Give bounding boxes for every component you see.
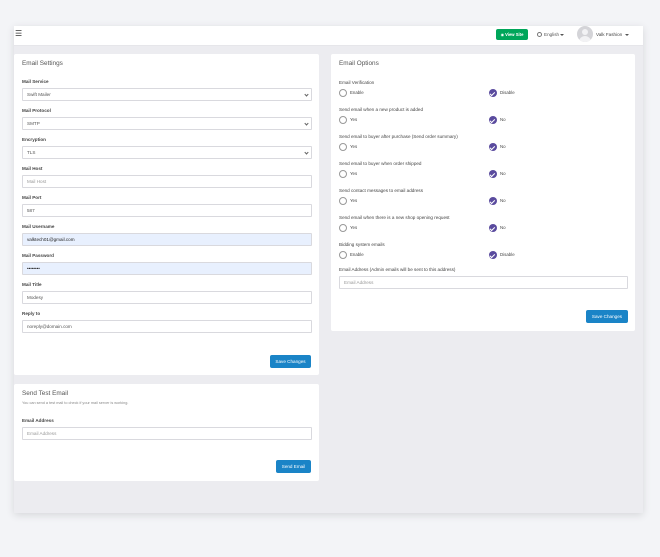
menu-icon[interactable]: ☰ [15, 29, 23, 39]
mail-protocol-label: Mail Protocol [22, 108, 51, 113]
radio-yes[interactable] [339, 143, 347, 151]
encryption-select[interactable]: TLS [22, 146, 312, 159]
radio-no[interactable] [489, 170, 497, 178]
language-selector[interactable]: English [537, 29, 565, 40]
help-text: You can send a test mail to check if you… [22, 401, 129, 405]
chevron-down-icon [304, 92, 309, 97]
test-email-label: Email Address [22, 418, 54, 423]
radio-no[interactable] [489, 224, 497, 232]
email-settings-panel: Email Settings Mail Service Swift Mailer… [14, 54, 319, 375]
test-email-input[interactable]: Email Address [22, 427, 312, 440]
radio-enable[interactable] [339, 89, 347, 97]
caret-down-icon [624, 33, 629, 36]
radio-yes[interactable] [339, 197, 347, 205]
save-changes-button[interactable]: Save Changes [270, 355, 311, 368]
user-menu[interactable]: Valk Fashion [596, 29, 629, 40]
reply-to-label: Reply to [22, 311, 41, 316]
encryption-label: Encryption [22, 137, 46, 142]
caret-down-icon [560, 33, 565, 36]
email-options-panel: Email Options Email Verification Enable … [331, 54, 635, 331]
mail-service-select[interactable]: Swift Mailer [22, 88, 312, 101]
panel-title: Email Settings [22, 60, 63, 67]
avatar[interactable] [577, 26, 593, 42]
admin-email-input[interactable]: Email Address [339, 276, 628, 289]
radio-no[interactable] [489, 143, 497, 151]
eye-icon: ◉ [500, 32, 505, 37]
mail-port-input[interactable]: 587 [22, 204, 312, 217]
chevron-down-icon [304, 121, 309, 126]
radio-no[interactable] [489, 116, 497, 124]
send-test-email-panel: Send Test Email You can send a test mail… [14, 384, 319, 481]
reply-to-input[interactable]: noreply@domain.com [22, 320, 312, 333]
send-email-button[interactable]: Send Email [276, 460, 311, 473]
mail-host-input[interactable]: Mail Host [22, 175, 312, 188]
radio-enable[interactable] [339, 251, 347, 259]
radio-no[interactable] [489, 197, 497, 205]
radio-disable[interactable] [489, 251, 497, 259]
radio-disable[interactable] [489, 89, 497, 97]
panel-title: Send Test Email [22, 390, 69, 397]
top-navbar: ☰ ◉View Site English Valk Fashion [14, 26, 643, 46]
panel-title: Email Options [339, 60, 379, 67]
mail-port-label: Mail Port [22, 195, 42, 200]
radio-yes[interactable] [339, 224, 347, 232]
globe-icon [537, 32, 542, 38]
mail-password-input[interactable]: •••••••• [22, 262, 312, 275]
radio-yes[interactable] [339, 116, 347, 124]
radio-yes[interactable] [339, 170, 347, 178]
mail-username-input[interactable]: valktech01@gmail.com [22, 233, 312, 246]
mail-protocol-select[interactable]: SMTP [22, 117, 312, 130]
chevron-down-icon [304, 150, 309, 155]
mail-username-label: Mail Username [22, 224, 55, 229]
save-changes-button[interactable]: Save Changes [586, 310, 628, 323]
app-window: ☰ ◉View Site English Valk Fashion Email … [14, 26, 643, 513]
mail-host-label: Mail Host [22, 166, 43, 171]
view-site-button[interactable]: ◉View Site [496, 29, 528, 40]
mail-password-label: Mail Password [22, 253, 54, 258]
admin-email-label: Email Address (Admin emails will be sent… [339, 267, 456, 272]
mail-service-label: Mail Service [22, 79, 49, 84]
mail-title-input[interactable]: Modesy [22, 291, 312, 304]
mail-title-label: Mail Title [22, 282, 42, 287]
